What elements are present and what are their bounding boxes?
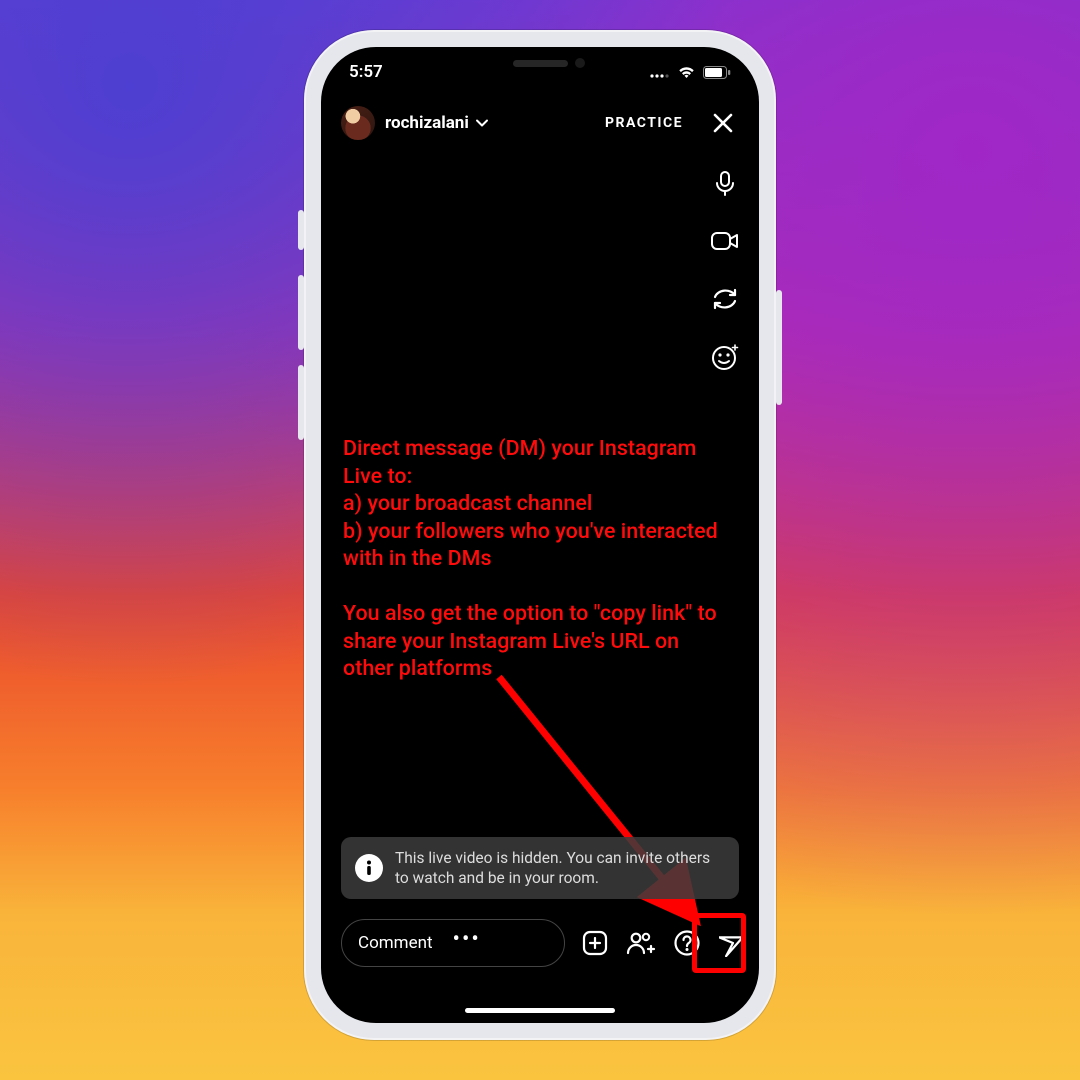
phone-side-mute-switch [298, 210, 304, 250]
bottom-icons-row [579, 927, 749, 959]
camera-flip-button[interactable] [709, 283, 741, 315]
microphone-button[interactable] [709, 167, 741, 199]
info-banner: This live video is hidden. You can invit… [341, 837, 739, 899]
signal-icon [650, 66, 670, 78]
username-dropdown[interactable]: rochizalani [385, 113, 489, 133]
bottom-action-bar: Comment ••• [341, 919, 739, 967]
face-effects-icon [710, 342, 740, 372]
live-header: rochizalani PRACTICE [321, 99, 759, 147]
invite-people-button[interactable] [625, 927, 657, 959]
info-icon [355, 854, 383, 882]
battery-icon [703, 66, 731, 79]
info-banner-text: This live video is hidden. You can invit… [395, 848, 725, 888]
phone-frame: 5:57 [304, 30, 776, 1040]
earpiece-speaker [513, 60, 568, 67]
add-media-icon [581, 929, 609, 957]
comment-placeholder: Comment [358, 933, 433, 953]
more-options-dots[interactable]: ••• [453, 940, 481, 946]
right-tools-column [709, 167, 741, 373]
phone-side-volume-down [298, 365, 304, 440]
username-text: rochizalani [385, 113, 469, 133]
chevron-down-icon [475, 116, 489, 130]
phone-side-volume-up [298, 275, 304, 350]
video-camera-button[interactable] [709, 225, 741, 257]
video-camera-icon [710, 229, 740, 253]
share-send-icon [719, 929, 747, 957]
question-icon [673, 929, 701, 957]
wifi-icon [677, 65, 696, 79]
annotation-overlay-text: Direct message (DM) your Instagram Live … [343, 435, 729, 683]
status-time: 5:57 [349, 62, 383, 82]
phone-side-power [776, 290, 782, 405]
close-icon [711, 111, 735, 135]
share-send-button[interactable] [717, 927, 749, 959]
avatar[interactable] [341, 106, 375, 140]
status-right-cluster [650, 65, 731, 79]
face-effects-button[interactable] [709, 341, 741, 373]
phone-screen: 5:57 [321, 47, 759, 1023]
microphone-icon [711, 169, 739, 197]
home-indicator[interactable] [465, 1008, 615, 1013]
mode-label: PRACTICE [605, 115, 683, 131]
comment-input[interactable]: Comment ••• [341, 919, 565, 967]
close-button[interactable] [707, 107, 739, 139]
camera-flip-icon [710, 286, 740, 312]
question-button[interactable] [671, 927, 703, 959]
phone-notch [435, 47, 645, 79]
front-camera-dot [575, 58, 585, 68]
invite-people-icon [626, 930, 656, 956]
add-media-button[interactable] [579, 927, 611, 959]
